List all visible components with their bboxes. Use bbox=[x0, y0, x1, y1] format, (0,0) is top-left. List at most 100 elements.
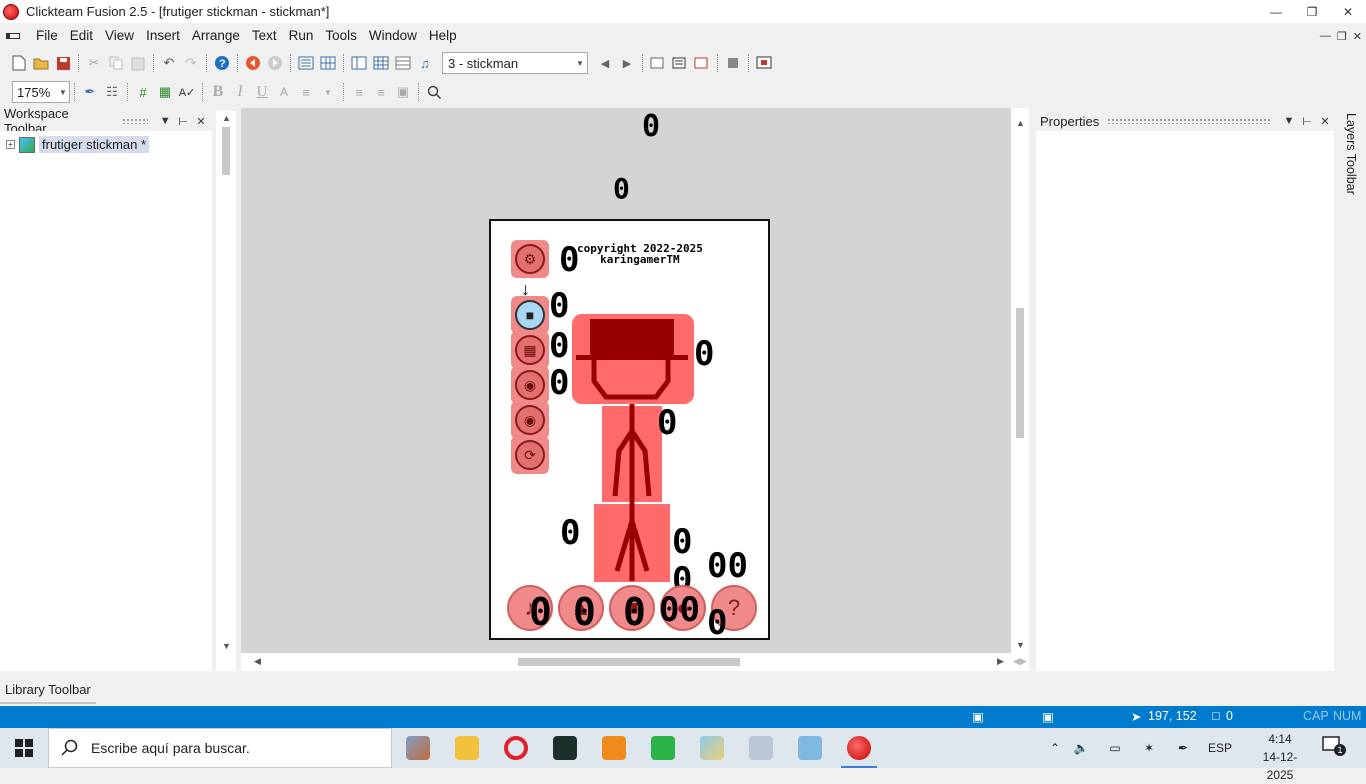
volume-icon[interactable]: 🔈 bbox=[1064, 741, 1098, 755]
game-frame[interactable]: copyright 2022-2025 karingamerTM ⚙ ↓ ■ ▦… bbox=[489, 219, 770, 640]
editor-vertical-scrollbar[interactable]: ▲ ▼ bbox=[1011, 108, 1029, 653]
forward-button[interactable] bbox=[264, 52, 286, 74]
counter-object[interactable]: 0 bbox=[613, 175, 630, 203]
menu-view[interactable]: View bbox=[99, 25, 140, 47]
counter-object[interactable]: 0 bbox=[623, 593, 646, 631]
run-app-button[interactable] bbox=[647, 52, 669, 74]
chevron-down-icon[interactable]: ▼ bbox=[1280, 115, 1298, 127]
copy-button[interactable] bbox=[105, 52, 127, 74]
grip-icon[interactable] bbox=[1107, 118, 1272, 124]
undo-button[interactable]: ↶ bbox=[158, 52, 180, 74]
prev-frame-button[interactable]: ◀ bbox=[594, 52, 616, 74]
counter-object[interactable]: 0 bbox=[560, 516, 580, 550]
chevron-up-icon[interactable]: ⌃ bbox=[1046, 741, 1064, 755]
taskbar-app-explorer[interactable] bbox=[443, 728, 491, 768]
run-frame-button[interactable] bbox=[669, 52, 691, 74]
font-button[interactable]: A bbox=[273, 81, 295, 103]
snap-grid-button[interactable]: ▦ bbox=[154, 81, 176, 103]
show-grid-button[interactable]: # bbox=[132, 81, 154, 103]
chevron-down-icon[interactable]: ▼ bbox=[156, 115, 174, 127]
scroll-up-icon[interactable]: ▲ bbox=[222, 113, 231, 123]
grid-setup-button[interactable]: ☷ bbox=[101, 81, 123, 103]
menu-run[interactable]: Run bbox=[283, 25, 320, 47]
menu-window[interactable]: Window bbox=[363, 25, 423, 47]
frame-editor-button[interactable] bbox=[317, 52, 339, 74]
align-button[interactable]: ≡ bbox=[295, 81, 317, 103]
save-button[interactable] bbox=[52, 52, 74, 74]
counter-object[interactable]: 0 bbox=[657, 406, 677, 440]
taskbar-search[interactable]: Escribe aquí para buscar. bbox=[48, 728, 392, 768]
stop-button[interactable] bbox=[722, 52, 744, 74]
counter-object[interactable]: 0 bbox=[694, 337, 714, 371]
notification-center-button[interactable]: 1 bbox=[1322, 736, 1346, 760]
menu-arrange[interactable]: Arrange bbox=[186, 25, 246, 47]
sound-button[interactable]: ♫ bbox=[414, 52, 436, 74]
battery-icon[interactable]: ▭ bbox=[1098, 741, 1132, 755]
mdi-restore-icon[interactable]: ❐ bbox=[1337, 30, 1347, 43]
next-frame-button[interactable]: ▶ bbox=[616, 52, 638, 74]
scroll-thumb[interactable] bbox=[222, 127, 230, 175]
taskbar-app-opera[interactable] bbox=[492, 728, 540, 768]
expand-icon[interactable]: + bbox=[6, 140, 15, 149]
align-center-button[interactable]: ≡ bbox=[348, 81, 370, 103]
underline-button[interactable]: U bbox=[251, 81, 273, 103]
italic-button[interactable]: I bbox=[229, 81, 251, 103]
counter-object[interactable]: 0 bbox=[672, 525, 692, 559]
scroll-down-icon[interactable]: ▼ bbox=[222, 641, 231, 651]
cut-button[interactable]: ✂ bbox=[83, 52, 105, 74]
taskbar-app-orange[interactable] bbox=[590, 728, 638, 768]
paste-button[interactable] bbox=[127, 52, 149, 74]
layers-toolbar-tab[interactable]: Layers Toolbar bbox=[1336, 111, 1366, 211]
fit-button[interactable]: ▣ bbox=[392, 81, 414, 103]
menu-grip-icon[interactable] bbox=[6, 33, 20, 39]
close-icon[interactable]: ✕ bbox=[1316, 115, 1334, 128]
scroll-up-icon[interactable]: ▲ bbox=[1016, 118, 1025, 128]
new-file-button[interactable] bbox=[8, 52, 30, 74]
redo-button[interactable]: ↷ bbox=[180, 52, 202, 74]
taskbar-app-clickteam[interactable] bbox=[835, 728, 883, 768]
mdi-minimize-icon[interactable]: — bbox=[1320, 30, 1331, 42]
search-button[interactable] bbox=[423, 81, 445, 103]
menu-tools[interactable]: Tools bbox=[319, 25, 363, 47]
taskbar-clock[interactable]: 4:14 14-12-2025 bbox=[1252, 730, 1308, 784]
spell-check-button[interactable]: A✓ bbox=[176, 81, 198, 103]
counter-object[interactable]: 0 bbox=[707, 606, 727, 640]
counter-object[interactable]: 0 bbox=[642, 112, 660, 142]
counter-object[interactable]: 0 bbox=[573, 593, 596, 631]
start-button[interactable] bbox=[0, 728, 48, 768]
expand-view-icon[interactable]: ▣ bbox=[1042, 709, 1054, 724]
scroll-left-icon[interactable]: ◀ bbox=[254, 656, 261, 667]
grip-icon[interactable] bbox=[122, 118, 149, 124]
layout-button-1[interactable] bbox=[348, 52, 370, 74]
taskbar-app-tool[interactable] bbox=[394, 728, 442, 768]
expand-view-icon[interactable]: ▣ bbox=[972, 709, 984, 724]
taskbar-app-notes[interactable] bbox=[786, 728, 834, 768]
menu-edit[interactable]: Edit bbox=[64, 25, 99, 47]
pin-icon[interactable]: ⊢ bbox=[1298, 115, 1316, 128]
language-indicator[interactable]: ESP bbox=[1200, 741, 1240, 755]
zoom-select[interactable]: 175% ▼ bbox=[12, 81, 70, 103]
taskbar-app-green[interactable] bbox=[639, 728, 687, 768]
back-button[interactable] bbox=[242, 52, 264, 74]
wifi-icon[interactable]: ✶ bbox=[1132, 741, 1166, 755]
scroll-thumb[interactable] bbox=[518, 658, 740, 666]
library-toolbar-tab[interactable]: Library Toolbar bbox=[0, 676, 96, 704]
editor-horizontal-scrollbar[interactable]: ◀ ▶ ◀▶ bbox=[241, 653, 1029, 671]
layout-button-3[interactable] bbox=[392, 52, 414, 74]
build-button[interactable] bbox=[753, 52, 775, 74]
pen-icon[interactable]: ✒ bbox=[1166, 741, 1200, 755]
menu-text[interactable]: Text bbox=[246, 25, 283, 47]
taskbar-app-paint[interactable] bbox=[688, 728, 736, 768]
tree-item-frutiger-stickman[interactable]: + frutiger stickman * bbox=[6, 136, 150, 153]
scroll-down-icon[interactable]: ▼ bbox=[1016, 640, 1025, 650]
counter-object[interactable]: 00 bbox=[707, 549, 748, 583]
frame-select[interactable]: 3 - stickman ▼ bbox=[442, 52, 588, 74]
workspace-scrollbar[interactable]: ▲ ▼ bbox=[216, 111, 236, 671]
storyboard-button[interactable] bbox=[295, 52, 317, 74]
close-button[interactable]: ✕ bbox=[1330, 0, 1366, 23]
menu-insert[interactable]: Insert bbox=[140, 25, 186, 47]
menu-file[interactable]: File bbox=[30, 25, 64, 47]
close-icon[interactable]: ✕ bbox=[192, 115, 210, 128]
pin-icon[interactable]: ⊢ bbox=[174, 115, 192, 128]
taskbar-app-monitor[interactable] bbox=[541, 728, 589, 768]
